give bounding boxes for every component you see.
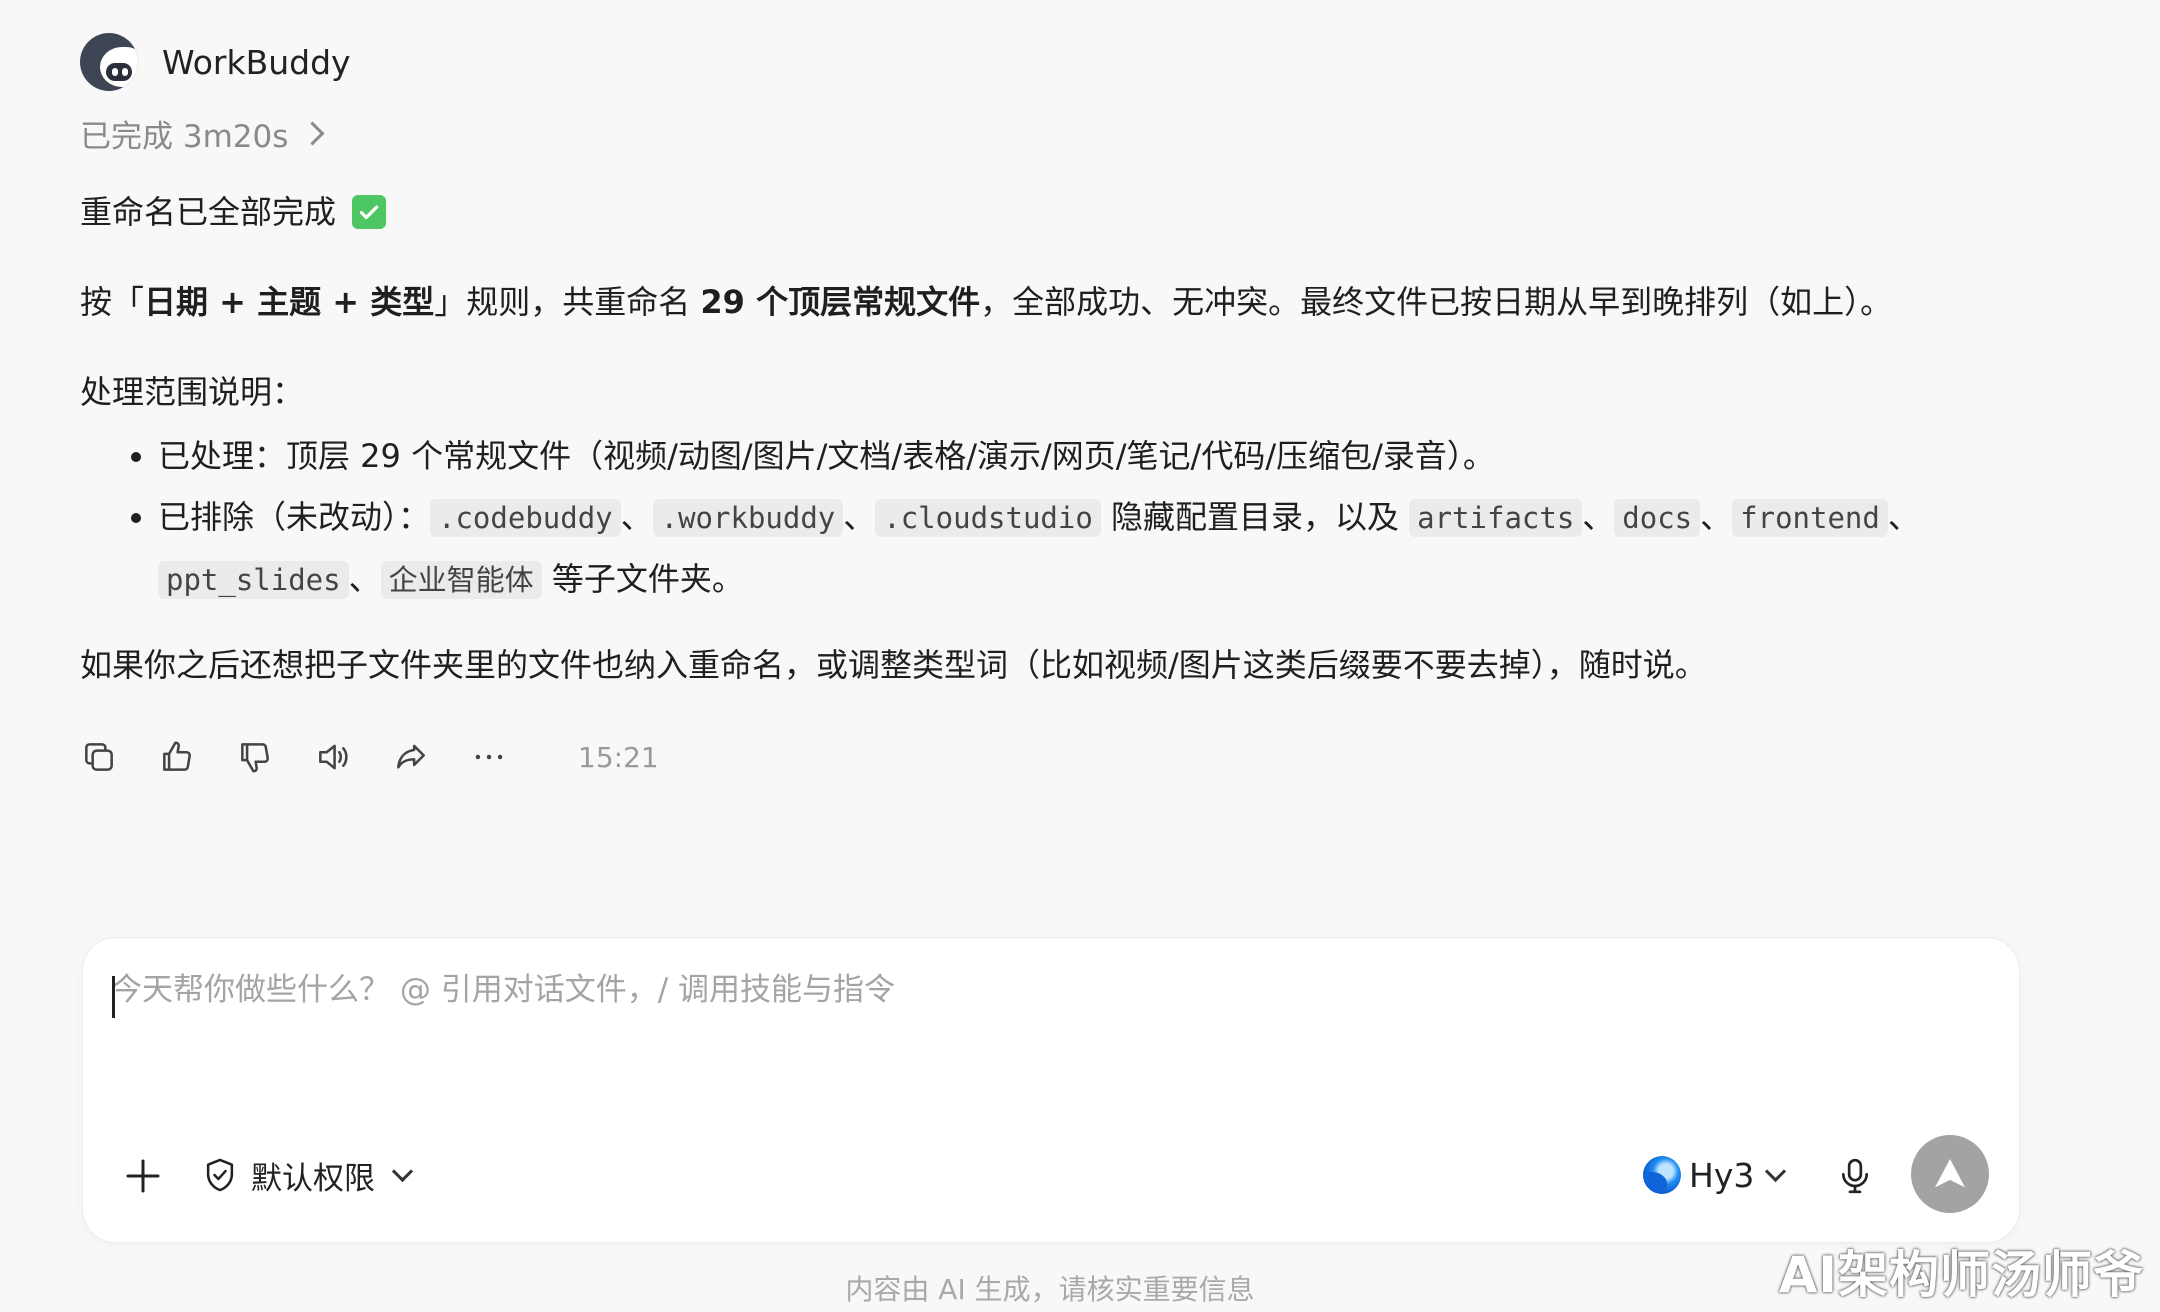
watermark: AI架构师汤师爷 (1778, 1246, 2144, 1304)
permission-label: 默认权限 (251, 1160, 375, 1197)
rule-text-2: 」规则，共重命名 (434, 283, 701, 321)
list-item-excluded: 已排除（未改动）：.codebuddy、.workbuddy、.cloudstu… (158, 487, 2080, 611)
thumbs-down-icon (241, 743, 269, 773)
separator: 、 (1887, 498, 1920, 536)
share-button[interactable] (392, 733, 470, 781)
excluded-mid-text: 隐藏配置目录，以及 (1110, 498, 1399, 536)
code-dir: docs (1614, 499, 1701, 537)
chevron-down-icon (391, 1160, 414, 1182)
list-item-processed: 已处理：顶层 29 个常规文件（视频/动图/图片/文档/表格/演示/网页/笔记/… (158, 426, 2080, 487)
thumbs-up-icon (163, 741, 191, 771)
code-dir: .workbuddy (652, 499, 844, 537)
separator: 、 (843, 498, 876, 536)
speaker-icon (319, 744, 348, 770)
separator: 、 (620, 498, 653, 536)
chevron-right-icon (300, 120, 325, 146)
microphone-button[interactable] (1835, 1154, 1875, 1198)
code-dir: ppt_slides (158, 561, 349, 599)
model-selector[interactable]: Hy3 (1643, 1150, 1787, 1200)
separator: 、 (1582, 498, 1615, 536)
message-title: 重命名已全部完成 (80, 182, 2080, 242)
rule-bold-2: 29 个顶层常规文件 (700, 283, 981, 321)
code-dir: frontend (1732, 499, 1888, 537)
scope-heading: 处理范围说明： (80, 373, 305, 411)
agent-avatar (80, 33, 138, 91)
model-label: Hy3 (1689, 1155, 1755, 1195)
excluded-tail: 等子文件夹。 (551, 560, 744, 598)
add-attachment-button[interactable] (123, 1156, 163, 1196)
more-button[interactable] (470, 733, 548, 781)
chevron-down-icon (1765, 1160, 1787, 1182)
rule-bold-1: 日期 + 主题 + 类型 (144, 283, 435, 321)
check-mark-icon (352, 195, 387, 229)
send-arrow-icon (1935, 1159, 1965, 1188)
excluded-label: 已排除（未改动）： (158, 498, 431, 536)
thumbs-up-button[interactable] (158, 733, 236, 781)
prompt-input[interactable] (111, 968, 1911, 1012)
completion-status-toggle[interactable]: 已完成 3m20s (80, 108, 2080, 158)
separator: 、 (1700, 498, 1733, 536)
message-body: 重命名已全部完成 按「日期 + 主题 + 类型」规则，共重命名 29 个顶层常规… (80, 182, 2080, 695)
code-dir: artifacts (1409, 499, 1583, 537)
separator: 、 (348, 560, 381, 598)
code-dir: .codebuddy (430, 499, 621, 537)
hy3-model-icon (1643, 1156, 1681, 1194)
agent-header: WorkBuddy (80, 30, 2080, 94)
send-button[interactable] (1911, 1135, 1989, 1213)
message-title-text: 重命名已全部完成 (80, 193, 337, 231)
rule-text-1: 按「 (80, 283, 145, 321)
agent-name: WorkBuddy (162, 42, 351, 82)
read-aloud-button[interactable] (314, 733, 392, 781)
rule-summary: 按「日期 + 主题 + 类型」规则，共重命名 29 个顶层常规文件，全部成功、无… (80, 272, 2080, 332)
copy-icon (85, 743, 113, 771)
rule-text-3: ，全部成功、无冲突。最终文件已按日期从早到晚排列（如上）。 (980, 283, 1893, 321)
permission-dropdown[interactable]: 默认权限 (201, 1150, 414, 1200)
completion-status-text: 已完成 3m20s (80, 118, 289, 155)
share-icon (397, 744, 425, 769)
message-actions: 15:21 (80, 733, 2080, 781)
thumbs-down-button[interactable] (236, 733, 314, 781)
composer: 默认权限 Hy3 (82, 937, 2020, 1243)
code-dir: 企业智能体 (380, 561, 542, 599)
more-icon (475, 754, 503, 760)
follow-up-text: 如果你之后还想把子文件夹里的文件也纳入重命名，或调整类型词（比如视频/图片这类后… (80, 646, 1707, 684)
assistant-message-block: WorkBuddy 已完成 3m20s 重命名已全部完成 按「日期 + 主题 +… (80, 30, 2080, 781)
scope-list: 已处理：顶层 29 个常规文件（视频/动图/图片/文档/表格/演示/网页/笔记/… (80, 426, 2080, 611)
code-dir: .cloudstudio (875, 499, 1101, 537)
text-caret (112, 976, 115, 1018)
shield-check-icon (206, 1158, 234, 1192)
copy-button[interactable] (80, 733, 158, 781)
message-time: 15:21 (578, 740, 659, 774)
